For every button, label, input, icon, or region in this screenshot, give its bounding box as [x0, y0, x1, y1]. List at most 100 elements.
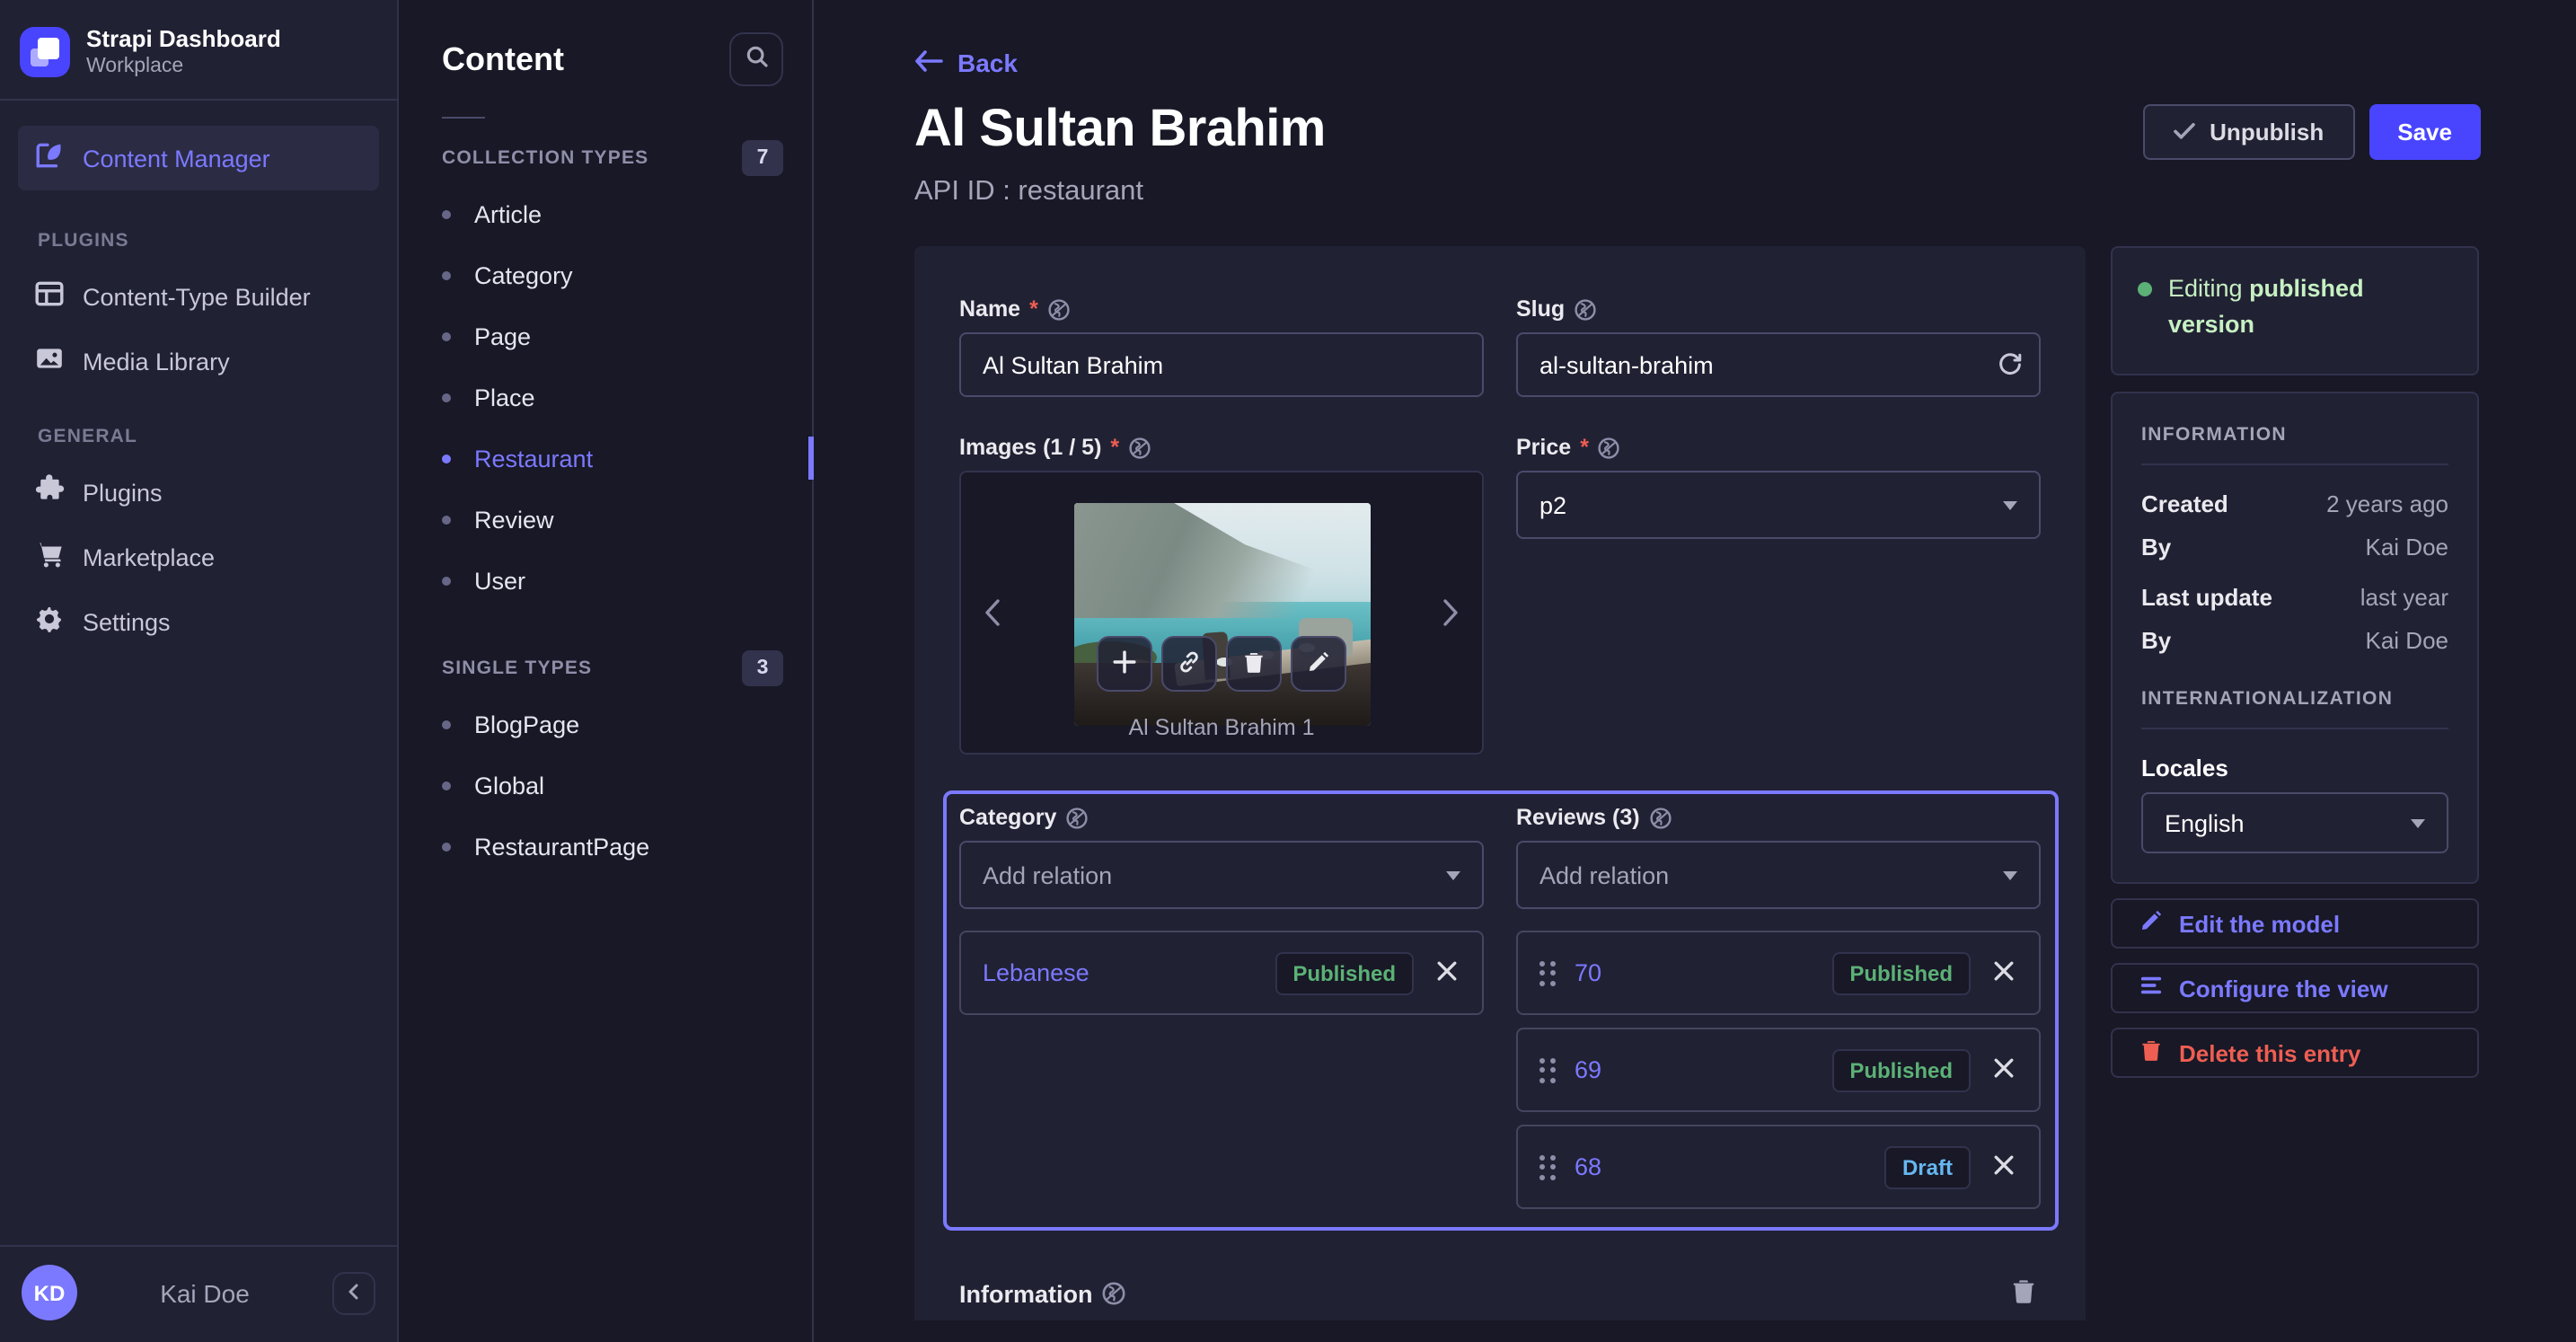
- unpublish-button[interactable]: Unpublish: [2143, 104, 2355, 160]
- chevron-down-icon: [2003, 500, 2017, 509]
- info-label: Created: [2141, 490, 2228, 517]
- sidebar-item-place[interactable]: Place: [399, 366, 812, 428]
- slug-input[interactable]: [1516, 332, 2041, 397]
- sidebar-item-user[interactable]: User: [399, 550, 812, 611]
- bullet-icon: [442, 454, 451, 463]
- delete-component-button[interactable]: [2007, 1274, 2041, 1313]
- main-sidebar: Strapi Dashboard Workplace Content Manag…: [0, 0, 399, 1342]
- sidebar-item-restaurantpage[interactable]: RestaurantPage: [399, 816, 812, 877]
- status-badge: Published: [1831, 1048, 1971, 1091]
- sidebar-item-label: Content Manager: [83, 145, 270, 172]
- restaurant-photo[interactable]: [1073, 503, 1370, 726]
- remove-relation-button[interactable]: [1990, 1150, 2017, 1184]
- sidebar-item-global[interactable]: Global: [399, 755, 812, 816]
- relation-link[interactable]: 70: [1575, 959, 1601, 986]
- regenerate-slug-icon[interactable]: [1998, 352, 2023, 377]
- brand-subtitle: Workplace: [86, 56, 184, 77]
- sidebar-item-marketplace[interactable]: Marketplace: [18, 525, 379, 589]
- bullet-icon: [442, 576, 451, 585]
- strapi-app: Strapi Dashboard Workplace Content Manag…: [0, 0, 2576, 1342]
- sidebar-item-plugins[interactable]: Plugins: [18, 460, 379, 525]
- remove-relation-button[interactable]: [1990, 956, 2017, 990]
- delete-entry-button[interactable]: Delete this entry: [2111, 1028, 2479, 1078]
- info-value: Kai Doe: [2365, 534, 2449, 561]
- collection-types-count-badge: 7: [742, 140, 783, 176]
- chevron-down-icon: [1446, 870, 1460, 879]
- content-sub-sidebar: Content COLLECTION TYPES 7 Article Categ…: [399, 0, 814, 1342]
- info-value: 2 years ago: [2326, 490, 2448, 517]
- globe-i18n-icon: [1574, 297, 1597, 321]
- sidebar-item-label: Content-Type Builder: [83, 283, 311, 310]
- editing-status-panel: Editing published version: [2111, 246, 2479, 375]
- sidebar-item-content-type-builder[interactable]: Content-Type Builder: [18, 264, 379, 329]
- bullet-icon: [442, 270, 451, 279]
- relation-link[interactable]: Lebanese: [983, 959, 1090, 986]
- user-name: Kai Doe: [160, 1278, 250, 1307]
- delete-entry-label: Delete this entry: [2179, 1039, 2361, 1066]
- sidebar-item-article[interactable]: Article: [399, 183, 812, 244]
- entry-side-panel: Editing published version INFORMATION Cr…: [2111, 246, 2479, 1078]
- drag-handle-icon[interactable]: [1539, 1057, 1555, 1082]
- edit-model-button[interactable]: Edit the model: [2111, 898, 2479, 949]
- sidebar-item-review[interactable]: Review: [399, 489, 812, 550]
- drag-handle-icon[interactable]: [1539, 960, 1555, 985]
- configure-view-button[interactable]: Configure the view: [2111, 963, 2479, 1013]
- back-link[interactable]: Back: [914, 49, 1018, 77]
- single-types-count-badge: 3: [742, 650, 783, 686]
- sidebar-item-settings[interactable]: Settings: [18, 589, 379, 654]
- search-button[interactable]: [729, 32, 783, 86]
- category-relation-item: Lebanese Published: [959, 931, 1484, 1015]
- sidebar-item-content-manager[interactable]: Content Manager: [18, 126, 379, 190]
- brand-title: Strapi Dashboard: [86, 25, 281, 52]
- relations-group: Category Add relation Lebanese Published: [943, 790, 2059, 1231]
- unpublish-label: Unpublish: [2210, 119, 2325, 146]
- delete-asset-button[interactable]: [1226, 636, 1282, 692]
- chevron-down-icon: [2411, 818, 2425, 827]
- status-badge: Published: [1831, 951, 1971, 994]
- name-field-label: Name: [959, 296, 1021, 322]
- divider: [2141, 464, 2448, 465]
- main-content: Back Al Sultan Brahim Unpublish Save API…: [814, 0, 2576, 1342]
- sidebar-item-category[interactable]: Category: [399, 244, 812, 305]
- save-button[interactable]: Save: [2369, 104, 2481, 160]
- sidebar-item-blogpage[interactable]: BlogPage: [399, 693, 812, 755]
- relation-link[interactable]: 69: [1575, 1056, 1601, 1083]
- type-label: RestaurantPage: [474, 833, 650, 860]
- avatar[interactable]: KD: [22, 1265, 77, 1320]
- workspace-brand[interactable]: Strapi Dashboard Workplace: [0, 0, 397, 99]
- close-icon: [1994, 1056, 2014, 1083]
- plugins-section-label: PLUGINS: [38, 230, 129, 252]
- type-label: Place: [474, 384, 535, 411]
- feather-edit-icon: [34, 140, 65, 176]
- edit-asset-button[interactable]: [1291, 636, 1346, 692]
- list-lines-icon: [2139, 974, 2163, 1002]
- sidebar-item-restaurant[interactable]: Restaurant: [399, 428, 814, 489]
- relation-link[interactable]: 68: [1575, 1153, 1601, 1180]
- remove-relation-button[interactable]: [1434, 956, 1460, 990]
- chevron-down-icon: [2003, 870, 2017, 879]
- add-asset-button[interactable]: [1097, 636, 1152, 692]
- remove-relation-button[interactable]: [1990, 1053, 2017, 1087]
- drag-handle-icon[interactable]: [1539, 1154, 1555, 1179]
- globe-i18n-icon: [1128, 436, 1151, 459]
- category-add-relation-select[interactable]: Add relation: [959, 841, 1484, 909]
- image-caption: Al Sultan Brahim 1: [1128, 715, 1315, 740]
- carousel-prev-button[interactable]: [975, 591, 1010, 634]
- info-label: Last update: [2141, 584, 2272, 611]
- copy-link-button[interactable]: [1161, 636, 1217, 692]
- name-input[interactable]: [959, 332, 1484, 397]
- price-select[interactable]: p2: [1516, 471, 2041, 539]
- published-dot-icon: [2138, 282, 2152, 296]
- category-field-label: Category: [959, 805, 1057, 830]
- collapse-sidebar-button[interactable]: [332, 1271, 375, 1314]
- info-value: last year: [2360, 584, 2448, 611]
- sidebar-item-media-library[interactable]: Media Library: [18, 329, 379, 393]
- locale-select[interactable]: English: [2141, 792, 2448, 853]
- configure-view-label: Configure the view: [2179, 975, 2388, 1002]
- close-icon: [1994, 1153, 2014, 1180]
- sidebar-item-page[interactable]: Page: [399, 305, 812, 366]
- reviews-add-relation-select[interactable]: Add relation: [1516, 841, 2041, 909]
- slug-input-wrapper: [1516, 332, 2041, 397]
- price-field-label: Price: [1516, 435, 1572, 460]
- carousel-next-button[interactable]: [1434, 591, 1468, 634]
